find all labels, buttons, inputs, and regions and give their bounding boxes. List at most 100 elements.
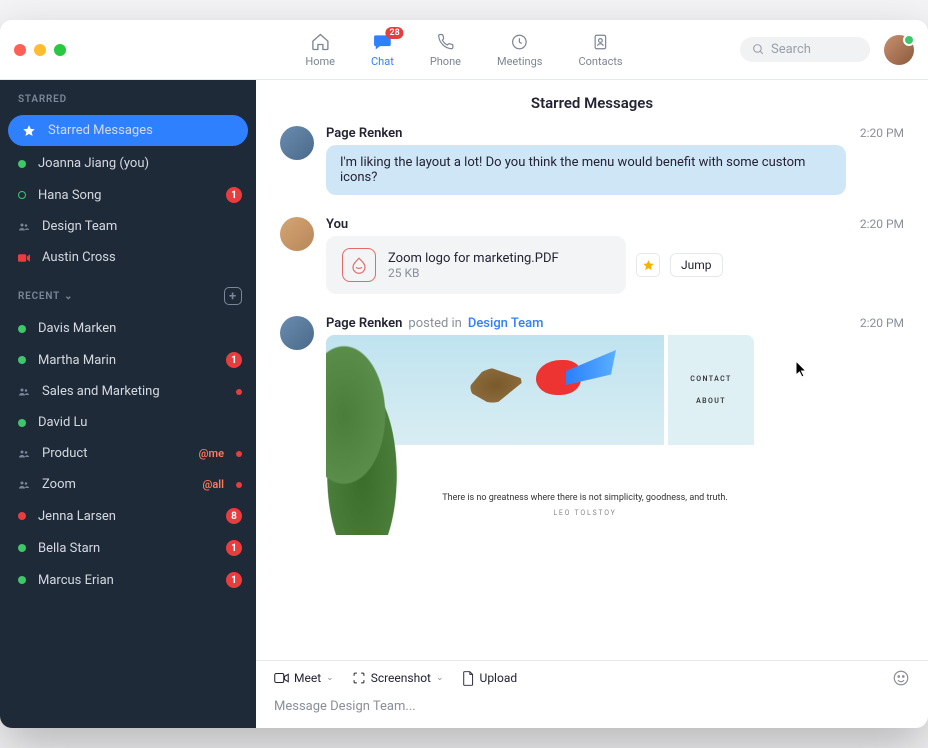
screenshot-button[interactable]: Screenshot ⌄ bbox=[352, 671, 444, 685]
window-controls bbox=[14, 44, 66, 56]
star-button[interactable] bbox=[636, 253, 660, 277]
image-eagle-illustration bbox=[463, 360, 529, 410]
sidebar-item-marcus-erian[interactable]: Marcus Erian 1 bbox=[0, 564, 256, 596]
nav-meetings[interactable]: Meetings bbox=[497, 31, 542, 68]
group-icon bbox=[18, 220, 30, 234]
nav-phone-label: Phone bbox=[430, 55, 461, 68]
sidebar-item-label: David Lu bbox=[38, 415, 242, 430]
file-attachment[interactable]: Zoom logo for marketing.PDF 25 KB bbox=[326, 236, 626, 294]
image-attachment[interactable]: CONTACT ABOUT There is no greatness wher… bbox=[326, 335, 754, 535]
sidebar-item-label: Jenna Larsen bbox=[38, 509, 214, 524]
contacts-icon bbox=[590, 31, 612, 53]
chevron-down-icon: ⌄ bbox=[64, 291, 73, 302]
sidebar-item-label: Marcus Erian bbox=[38, 573, 214, 588]
unread-dot bbox=[236, 451, 242, 457]
message-author: Page Renken bbox=[326, 126, 402, 141]
image-nav-panel: CONTACT ABOUT bbox=[664, 335, 754, 445]
composer: Meet ⌄ Screenshot ⌄ Upload bbox=[256, 660, 928, 728]
minimize-window-button[interactable] bbox=[34, 44, 46, 56]
sidebar-item-zoom[interactable]: Zoom @all bbox=[0, 469, 256, 500]
sidebar-item-hana-song[interactable]: Hana Song 1 bbox=[0, 179, 256, 211]
group-icon bbox=[18, 447, 30, 461]
sidebar-item-davis-marken[interactable]: Davis Marken bbox=[0, 313, 256, 344]
sidebar-recent-header[interactable]: RECENT ⌄ + bbox=[0, 273, 256, 313]
sidebar-item-starred-messages[interactable]: Starred Messages bbox=[8, 115, 248, 146]
search-icon bbox=[752, 43, 765, 56]
add-recent-button[interactable]: + bbox=[224, 287, 242, 305]
presence-online-icon bbox=[18, 576, 26, 584]
sidebar-item-label: Starred Messages bbox=[48, 123, 234, 138]
sidebar-item-label: Hana Song bbox=[38, 188, 214, 203]
presence-busy-icon bbox=[18, 512, 26, 520]
presence-online-icon bbox=[18, 356, 26, 364]
close-window-button[interactable] bbox=[14, 44, 26, 56]
sidebar-item-label: Martha Marin bbox=[38, 353, 214, 368]
nav-home[interactable]: Home bbox=[305, 31, 335, 68]
sidebar-item-martha-marin[interactable]: Martha Marin 1 bbox=[0, 344, 256, 376]
nav-home-label: Home bbox=[305, 55, 335, 68]
sidebar-item-label: Sales and Marketing bbox=[42, 384, 224, 399]
presence-online-icon bbox=[18, 160, 26, 168]
sidebar-item-sales-and-marketing[interactable]: Sales and Marketing bbox=[0, 376, 256, 407]
message-author: Page Renken bbox=[326, 316, 402, 331]
file-size: 25 KB bbox=[388, 266, 559, 280]
message-time: 2:20 PM bbox=[860, 316, 904, 330]
unread-badge: 1 bbox=[226, 187, 242, 203]
upload-label: Upload bbox=[480, 671, 518, 685]
sidebar-item-austin-cross[interactable]: Austin Cross bbox=[0, 242, 256, 273]
sidebar-item-joanna-jiang[interactable]: Joanna Jiang (you) bbox=[0, 148, 256, 179]
screenshot-icon bbox=[352, 671, 366, 685]
sidebar-item-label: Bella Starn bbox=[38, 541, 214, 556]
image-nav-about: ABOUT bbox=[696, 397, 726, 405]
profile-avatar[interactable] bbox=[884, 35, 914, 65]
message-item: Page Renken posted in Design Team CONTAC… bbox=[280, 316, 904, 535]
message-list[interactable]: Page Renken I'm liking the layout a lot!… bbox=[256, 126, 928, 660]
nav-phone[interactable]: Phone bbox=[430, 31, 461, 68]
image-quote-text: There is no greatness where there is not… bbox=[436, 493, 734, 503]
sidebar-item-design-team[interactable]: Design Team bbox=[0, 211, 256, 242]
sidebar-recent-label: RECENT bbox=[18, 291, 60, 302]
message-channel[interactable]: Design Team bbox=[468, 316, 544, 331]
jump-button[interactable]: Jump bbox=[670, 253, 723, 277]
message-time: 2:20 PM bbox=[860, 126, 904, 140]
file-name: Zoom logo for marketing.PDF bbox=[388, 251, 559, 266]
search-placeholder: Search bbox=[771, 42, 811, 57]
sidebar-item-david-lu[interactable]: David Lu bbox=[0, 407, 256, 438]
presence-away-icon bbox=[18, 191, 26, 199]
image-parrot-illustration bbox=[536, 350, 616, 405]
search-input[interactable]: Search bbox=[740, 37, 870, 62]
upload-button[interactable]: Upload bbox=[462, 671, 518, 686]
image-plant-illustration bbox=[326, 335, 416, 535]
chat-badge: 28 bbox=[386, 27, 404, 39]
chevron-down-icon: ⌄ bbox=[436, 673, 444, 683]
meet-button[interactable]: Meet ⌄ bbox=[274, 671, 334, 685]
chevron-down-icon: ⌄ bbox=[326, 673, 334, 683]
sidebar-item-product[interactable]: Product @me bbox=[0, 438, 256, 469]
message-input[interactable]: Message Design Team... bbox=[256, 695, 928, 728]
message-avatar[interactable] bbox=[280, 316, 314, 350]
mention-all-label: @all bbox=[203, 478, 224, 491]
sidebar-item-label: Davis Marken bbox=[38, 321, 242, 336]
sidebar-item-jenna-larsen[interactable]: Jenna Larsen 8 bbox=[0, 500, 256, 532]
nav-contacts[interactable]: Contacts bbox=[578, 31, 622, 68]
phone-icon bbox=[434, 31, 456, 53]
nav-chat-label: Chat bbox=[371, 55, 394, 68]
nav-contacts-label: Contacts bbox=[578, 55, 622, 68]
pdf-icon bbox=[342, 248, 376, 282]
nav-chat[interactable]: 28 Chat bbox=[371, 31, 394, 68]
maximize-window-button[interactable] bbox=[54, 44, 66, 56]
message-avatar[interactable] bbox=[280, 126, 314, 160]
sidebar-item-bella-starn[interactable]: Bella Starn 1 bbox=[0, 532, 256, 564]
unread-badge: 1 bbox=[226, 572, 242, 588]
message-item: You Zoom logo for marketing.PDF 25 KB bbox=[280, 217, 904, 294]
star-icon bbox=[22, 124, 36, 138]
group-icon bbox=[18, 385, 30, 399]
message-time: 2:20 PM bbox=[860, 217, 904, 231]
sidebar-item-label: Austin Cross bbox=[42, 250, 242, 265]
emoji-button[interactable] bbox=[892, 669, 910, 687]
message-bubble: I'm liking the layout a lot! Do you thin… bbox=[326, 145, 846, 195]
unread-badge: 1 bbox=[226, 352, 242, 368]
message-avatar[interactable] bbox=[280, 217, 314, 251]
nav-meetings-label: Meetings bbox=[497, 55, 542, 68]
image-nav-contact: CONTACT bbox=[690, 375, 731, 383]
